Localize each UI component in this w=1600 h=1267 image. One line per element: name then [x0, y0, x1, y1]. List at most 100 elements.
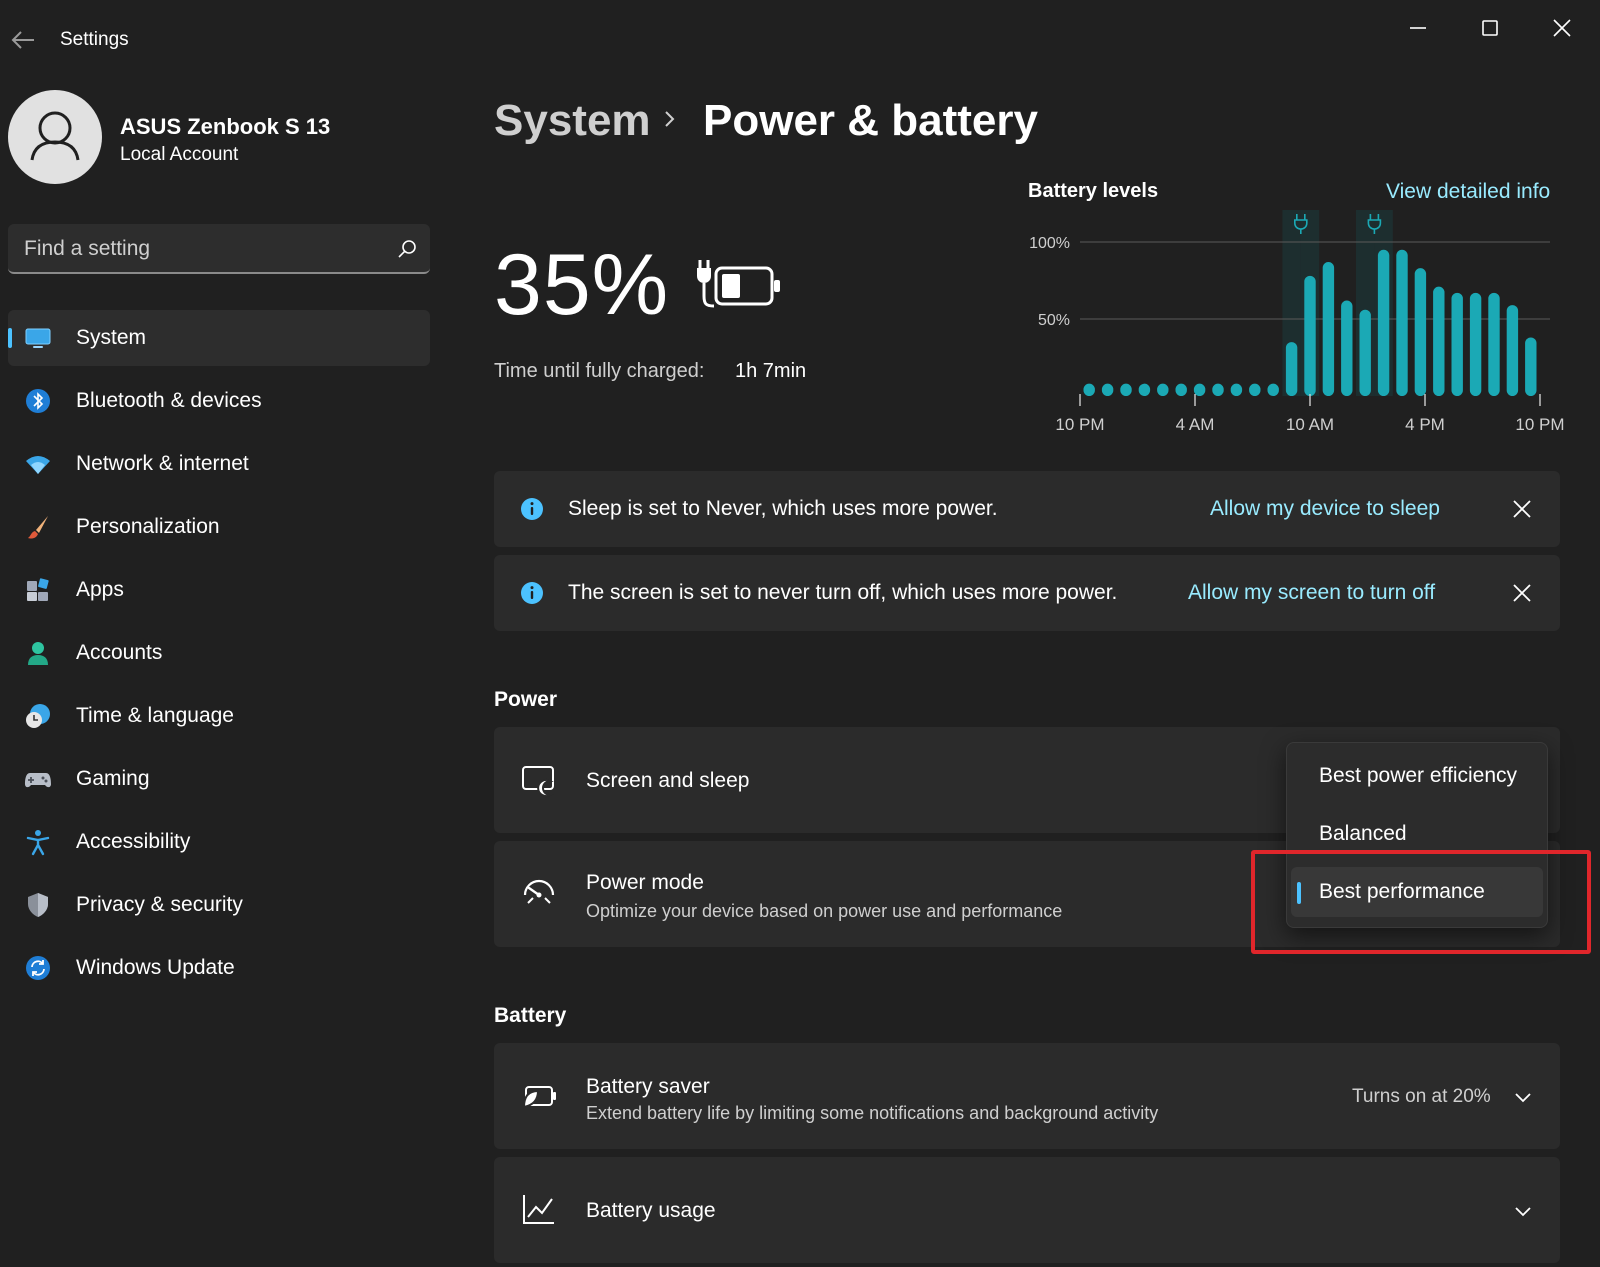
- chevron-down-icon[interactable]: [1512, 1086, 1534, 1108]
- card-subtitle: Optimize your device based on power use …: [586, 901, 1063, 921]
- minimize-button[interactable]: [1398, 10, 1438, 46]
- battery-section-title: Battery: [494, 1004, 567, 1027]
- info-icon: [521, 582, 543, 604]
- battery-bar: [1359, 309, 1371, 396]
- sidebar-item-label: Privacy & security: [76, 893, 243, 916]
- search-box[interactable]: [8, 224, 430, 274]
- highlight-annotation: [1251, 850, 1591, 954]
- search-input[interactable]: [24, 236, 364, 262]
- avatar[interactable]: [8, 90, 102, 184]
- battery-bar: [1488, 292, 1500, 396]
- battery-bar: [1212, 383, 1224, 396]
- battery-saver-icon: [522, 1086, 556, 1109]
- close-icon: [1553, 19, 1571, 37]
- screen-notice: The screen is set to never turn off, whi…: [494, 555, 1560, 631]
- battery-bar: [1341, 300, 1353, 396]
- shield-icon: [28, 893, 48, 917]
- back-arrow-icon: [11, 31, 34, 49]
- bluetooth-icon: [26, 389, 50, 413]
- battery-bar: [1396, 249, 1408, 396]
- close-button[interactable]: [1542, 10, 1582, 46]
- sidebar-item-gaming[interactable]: Gaming: [8, 751, 430, 807]
- battery-bar: [1506, 305, 1519, 396]
- card-title: Screen and sleep: [586, 769, 750, 792]
- search-icon[interactable]: [396, 238, 418, 260]
- option-label: Best power efficiency: [1319, 764, 1518, 787]
- battery-bar: [1433, 286, 1445, 396]
- window-title: Settings: [60, 29, 129, 50]
- sidebar-item-bluetooth[interactable]: Bluetooth & devices: [8, 373, 430, 429]
- charge-time-label: Time until fully charged:: [494, 360, 705, 382]
- sidebar-item-apps[interactable]: Apps: [8, 562, 430, 618]
- update-icon: [26, 956, 50, 980]
- allow-sleep-link[interactable]: Allow my device to sleep: [1210, 497, 1440, 521]
- charge-time-value: 1h 7min: [735, 360, 807, 382]
- card-title: Power mode: [586, 871, 704, 894]
- sidebar-item-windows-update[interactable]: Windows Update: [8, 940, 430, 996]
- x-tick-label: 10 PM: [1055, 415, 1104, 434]
- chevron-down-icon[interactable]: [1512, 1200, 1534, 1222]
- sidebar-item-label: Accounts: [76, 641, 163, 664]
- sidebar-item-label: Gaming: [76, 767, 150, 790]
- brush-icon: [28, 516, 48, 539]
- battery-bar: [1249, 383, 1261, 396]
- apps-icon: [27, 578, 49, 601]
- dismiss-icon[interactable]: [1510, 497, 1534, 521]
- allow-screen-off-link[interactable]: Allow my screen to turn off: [1188, 581, 1435, 605]
- battery-usage-card[interactable]: Battery usage: [494, 1157, 1560, 1263]
- page-title: Power & battery: [703, 96, 1038, 145]
- sidebar-item-system[interactable]: System: [8, 310, 430, 366]
- battery-percentage: 35%: [494, 237, 670, 333]
- minimize-icon: [1410, 27, 1426, 29]
- clock-globe-icon: [26, 704, 50, 728]
- maximize-icon: [1482, 20, 1498, 36]
- sidebar-item-accessibility[interactable]: Accessibility: [8, 814, 430, 870]
- battery-bar: [1322, 262, 1335, 396]
- sidebar-item-label: System: [76, 326, 147, 349]
- chevron-right-icon: [665, 111, 675, 127]
- battery-bar: [1138, 383, 1151, 396]
- power-section-title: Power: [494, 688, 558, 711]
- battery-bar: [1101, 383, 1114, 396]
- battery-bar: [1230, 383, 1243, 396]
- sidebar-item-label: Personalization: [76, 515, 220, 538]
- battery-bar: [1414, 268, 1427, 396]
- card-subtitle: Extend battery life by limiting some not…: [586, 1103, 1159, 1123]
- battery-levels-chart: 100% 50% 10 PM 4 AM 10 AM 4 PM 10 PM: [1029, 210, 1565, 434]
- option-label: Balanced: [1319, 822, 1407, 845]
- accessibility-icon: [26, 830, 50, 856]
- account-name: ASUS Zenbook S 13: [120, 114, 331, 139]
- battery-bar: [1304, 275, 1316, 396]
- breadcrumb-system[interactable]: System: [494, 96, 651, 146]
- line-chart-icon: [523, 1195, 554, 1224]
- battery-bar: [1525, 337, 1537, 396]
- dismiss-icon[interactable]: [1510, 581, 1534, 605]
- sidebar-item-accounts[interactable]: Accounts: [8, 625, 430, 681]
- view-detailed-info-link[interactable]: View detailed info: [1386, 180, 1550, 204]
- battery-bar: [1451, 292, 1463, 396]
- sidebar-item-label: Accessibility: [76, 830, 191, 853]
- sidebar-item-privacy[interactable]: Privacy & security: [8, 877, 430, 933]
- settings-window: Settings ASUS Zenbook S 13 Local Account: [0, 0, 1600, 1267]
- sidebar-item-personalization[interactable]: Personalization: [8, 499, 430, 555]
- back-button[interactable]: [8, 26, 38, 54]
- sidebar-item-network[interactable]: Network & internet: [8, 436, 430, 492]
- y-tick-label: 100%: [1029, 235, 1070, 252]
- card-title: Battery usage: [586, 1199, 716, 1222]
- x-tick-label: 4 PM: [1405, 415, 1445, 434]
- battery-bar: [1267, 383, 1279, 396]
- sleep-notice: Sleep is set to Never, which uses more p…: [494, 471, 1560, 547]
- x-tick-label: 4 AM: [1176, 415, 1215, 434]
- sidebar-item-label: Time & language: [76, 704, 234, 727]
- battery-charging-icon: [697, 260, 780, 308]
- notice-text: The screen is set to never turn off, whi…: [568, 581, 1118, 604]
- wifi-icon: [26, 456, 50, 474]
- sidebar-item-time-language[interactable]: Time & language: [8, 688, 430, 744]
- battery-bar: [1469, 292, 1482, 396]
- battery-saver-card[interactable]: Battery saver Extend battery life by lim…: [494, 1043, 1560, 1149]
- maximize-button[interactable]: [1470, 10, 1510, 46]
- dropdown-option-best-power-efficiency[interactable]: Best power efficiency: [1291, 751, 1543, 801]
- notice-text: Sleep is set to Never, which uses more p…: [568, 497, 998, 520]
- battery-levels-title: Battery levels: [1028, 180, 1159, 202]
- battery-bar: [1377, 249, 1390, 396]
